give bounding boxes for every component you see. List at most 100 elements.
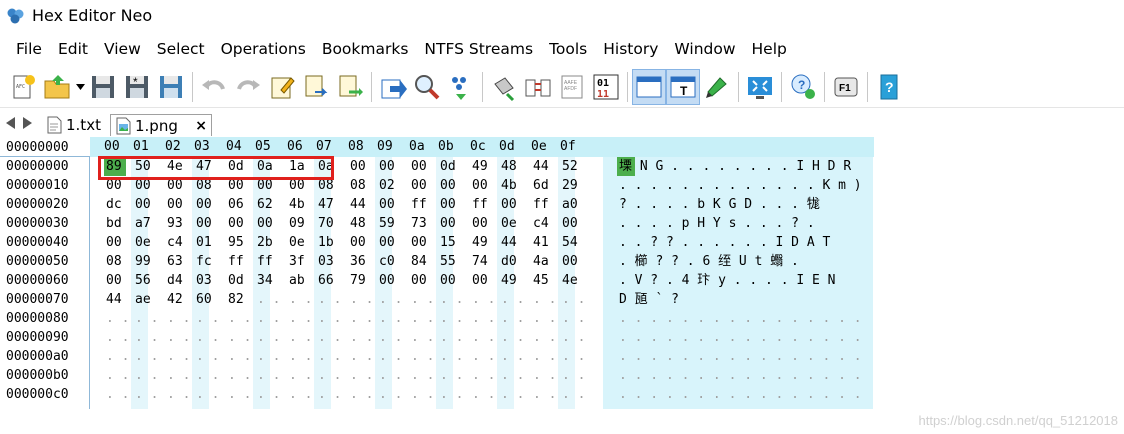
- hex-byte[interactable]: . .: [167, 366, 190, 385]
- hex-byte[interactable]: 4e: [562, 271, 578, 290]
- hex-byte[interactable]: . .: [167, 347, 190, 366]
- row-text[interactable]: . V ? . 4 玣 y . . . . I E N: [619, 271, 836, 290]
- hex-byte[interactable]: 06: [228, 195, 244, 214]
- hex-byte[interactable]: 00: [440, 176, 456, 195]
- hex-byte[interactable]: 49: [472, 233, 488, 252]
- hex-byte[interactable]: . .: [440, 328, 463, 347]
- hex-byte[interactable]: 44: [533, 157, 549, 176]
- hex-byte[interactable]: c0: [379, 252, 395, 271]
- hex-byte[interactable]: 00: [562, 252, 578, 271]
- hex-byte[interactable]: . .: [318, 366, 341, 385]
- compare-button[interactable]: [521, 69, 555, 105]
- hex-byte[interactable]: . .: [106, 385, 129, 404]
- hex-byte[interactable]: 03: [196, 271, 212, 290]
- hex-byte[interactable]: . .: [501, 309, 524, 328]
- hex-byte[interactable]: 02: [379, 176, 395, 195]
- fullscreen-button[interactable]: [743, 69, 777, 105]
- hex-byte[interactable]: . .: [350, 328, 373, 347]
- tab-1-txt[interactable]: 1.txt: [42, 114, 108, 136]
- hex-byte[interactable]: 08: [106, 252, 122, 271]
- hex-byte[interactable]: . .: [501, 366, 524, 385]
- save-button[interactable]: [86, 69, 120, 105]
- hex-byte[interactable]: 0d: [228, 271, 244, 290]
- row-text[interactable]: . . . . p H Y s . . . ? .: [619, 214, 815, 233]
- hex-byte[interactable]: . .: [379, 309, 402, 328]
- hex-byte[interactable]: . .: [350, 290, 373, 309]
- hex-byte[interactable]: 0e: [289, 233, 305, 252]
- hex-byte[interactable]: 99: [135, 252, 151, 271]
- hex-byte[interactable]: c4: [167, 233, 183, 252]
- redo-button[interactable]: [231, 69, 265, 105]
- hex-byte[interactable]: 47: [318, 195, 334, 214]
- hex-byte[interactable]: 09: [289, 214, 305, 233]
- hex-byte[interactable]: . .: [472, 347, 495, 366]
- f1-help-button[interactable]: F1: [829, 69, 863, 105]
- hex-byte[interactable]: . .: [533, 385, 556, 404]
- hex-byte[interactable]: . .: [106, 366, 129, 385]
- chevron-right-icon[interactable]: [20, 116, 34, 130]
- hex-byte[interactable]: . .: [562, 347, 585, 366]
- hex-byte[interactable]: . .: [562, 366, 585, 385]
- hex-byte[interactable]: 56: [135, 271, 151, 290]
- hex-byte[interactable]: . .: [257, 366, 280, 385]
- hex-byte[interactable]: fc: [196, 252, 212, 271]
- hex-byte[interactable]: . .: [135, 347, 158, 366]
- hex-byte[interactable]: . .: [533, 366, 556, 385]
- hex-byte[interactable]: 00: [196, 214, 212, 233]
- row-text[interactable]: . 櫛 ? ? . 6 绖 U t 蠮 .: [619, 252, 799, 271]
- hex-byte[interactable]: 00: [257, 214, 273, 233]
- hex-byte[interactable]: ae: [135, 290, 151, 309]
- hex-byte[interactable]: 03: [318, 252, 334, 271]
- hex-byte[interactable]: . .: [533, 290, 556, 309]
- row-text[interactable]: D 瓸 ` ?: [619, 290, 679, 309]
- hex-byte[interactable]: . .: [135, 366, 158, 385]
- hex-byte[interactable]: . .: [440, 366, 463, 385]
- hex-byte[interactable]: . .: [289, 366, 312, 385]
- hex-byte[interactable]: . .: [289, 309, 312, 328]
- hex-byte[interactable]: 62: [257, 195, 273, 214]
- hex-byte[interactable]: 00: [379, 233, 395, 252]
- hex-byte[interactable]: 0d: [440, 157, 456, 176]
- structure-button[interactable]: AAFE AFDF: [555, 69, 589, 105]
- hex-byte[interactable]: 00: [350, 157, 366, 176]
- row-text[interactable]: . . . . . . . . . . . . . . . .: [619, 385, 862, 404]
- goto-button[interactable]: [376, 69, 410, 105]
- hex-byte[interactable]: 44: [501, 233, 517, 252]
- hex-byte[interactable]: . .: [318, 309, 341, 328]
- row-text[interactable]: . . . . . . . . . . . . . . . .: [619, 366, 862, 385]
- menu-select[interactable]: Select: [149, 36, 213, 62]
- hex-byte[interactable]: a7: [135, 214, 151, 233]
- menu-operations[interactable]: Operations: [213, 36, 314, 62]
- hex-byte[interactable]: . .: [472, 366, 495, 385]
- hex-byte[interactable]: 00: [228, 214, 244, 233]
- hex-byte[interactable]: . .: [533, 347, 556, 366]
- hex-byte[interactable]: . .: [106, 309, 129, 328]
- hex-byte[interactable]: . .: [379, 347, 402, 366]
- row-text[interactable]: . . . . . . . . . . . . . . . .: [619, 309, 862, 328]
- hex-byte[interactable]: 00: [411, 271, 427, 290]
- hex-byte[interactable]: . .: [167, 309, 190, 328]
- hex-byte[interactable]: . .: [440, 290, 463, 309]
- row-text[interactable]: . . . . . . . . . . . . . . . .: [619, 328, 862, 347]
- hex-editor-view[interactable]: 00000000 00 01 02 03 04 05 06 07 08 09 0a 0b 0c 0d 0e 0…: [0, 137, 1124, 434]
- hex-byte[interactable]: 48: [501, 157, 517, 176]
- hex-byte[interactable]: . .: [228, 347, 251, 366]
- hex-byte[interactable]: 60: [196, 290, 212, 309]
- hex-byte[interactable]: . .: [411, 290, 434, 309]
- menu-help[interactable]: Help: [744, 36, 795, 62]
- hex-byte[interactable]: 00: [106, 271, 122, 290]
- hex-byte[interactable]: 0e: [501, 214, 517, 233]
- hex-byte[interactable]: 00: [196, 195, 212, 214]
- hex-byte[interactable]: . .: [472, 290, 495, 309]
- hex-byte[interactable]: 95: [228, 233, 244, 252]
- hex-byte[interactable]: 08: [350, 176, 366, 195]
- hex-byte[interactable]: 3f: [289, 252, 305, 271]
- hex-byte[interactable]: ff: [533, 195, 549, 214]
- hex-byte[interactable]: 74: [472, 252, 488, 271]
- hex-byte[interactable]: . .: [167, 385, 190, 404]
- hex-byte[interactable]: 82: [228, 290, 244, 309]
- hex-byte[interactable]: 00: [411, 176, 427, 195]
- hex-byte[interactable]: 70: [318, 214, 334, 233]
- hex-byte[interactable]: . .: [379, 328, 402, 347]
- hex-byte[interactable]: 49: [501, 271, 517, 290]
